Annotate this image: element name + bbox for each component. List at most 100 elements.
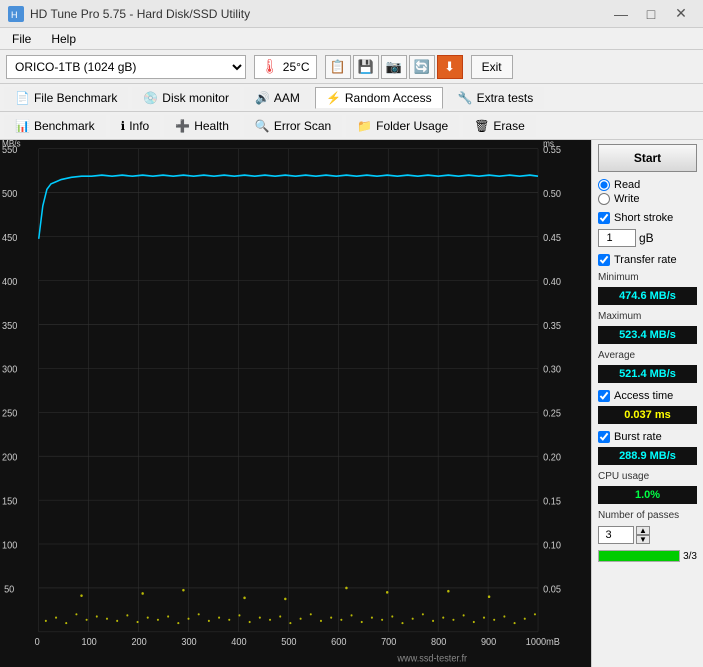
average-label: Average <box>598 350 697 361</box>
svg-text:300: 300 <box>181 637 196 648</box>
cpu-usage-value: 1.0% <box>598 486 697 504</box>
svg-text:300: 300 <box>2 364 17 375</box>
transfer-rate-checkbox[interactable] <box>598 254 610 266</box>
progress-text: 3/3 <box>683 551 697 562</box>
minimum-value: 474.6 MB/s <box>598 287 697 305</box>
svg-text:700: 700 <box>381 637 396 648</box>
window-title: HD Tune Pro 5.75 - Hard Disk/SSD Utility <box>30 7 250 21</box>
svg-text:400: 400 <box>2 277 17 288</box>
svg-text:0.35: 0.35 <box>543 321 561 332</box>
passes-input[interactable] <box>598 526 634 544</box>
file-benchmark-label: File Benchmark <box>34 91 117 105</box>
tab-extra-tests[interactable]: 🔧 Extra tests <box>447 87 545 109</box>
svg-text:350: 350 <box>2 321 17 332</box>
tab-error-scan[interactable]: 🔍 Error Scan <box>244 115 342 137</box>
svg-text:800: 800 <box>431 637 446 648</box>
short-stroke-value[interactable] <box>598 229 636 247</box>
maximum-value: 523.4 MB/s <box>598 326 697 344</box>
toolbar-icon-1[interactable]: 📋 <box>325 55 351 79</box>
svg-text:200: 200 <box>2 452 17 463</box>
erase-icon: 🗑 <box>474 119 489 133</box>
svg-text:600: 600 <box>331 637 346 648</box>
benchmark-chart: 550 500 450 400 350 300 250 200 150 100 … <box>0 140 591 667</box>
short-stroke-label: Short stroke <box>614 212 673 224</box>
passes-increment[interactable]: ▲ <box>636 526 650 535</box>
cpu-usage-label: CPU usage <box>598 471 697 482</box>
svg-text:0: 0 <box>35 637 40 648</box>
info-icon: ℹ <box>121 119 126 133</box>
tabs-row-1: 📄 File Benchmark 💿 Disk monitor 🔊 AAM ⚡ … <box>0 84 703 112</box>
progress-bar-fill <box>599 551 679 561</box>
tab-benchmark[interactable]: 📊 Benchmark <box>4 115 106 137</box>
minimize-button[interactable]: — <box>607 3 635 25</box>
passes-decrement[interactable]: ▼ <box>636 535 650 544</box>
access-time-checkbox[interactable] <box>598 390 610 402</box>
access-time-label: Access time <box>614 390 673 402</box>
chart-area: 550 500 450 400 350 300 250 200 150 100 … <box>0 140 591 667</box>
random-access-label: Random Access <box>345 91 432 105</box>
temperature-value: 25°C <box>283 60 310 74</box>
benchmark-label: Benchmark <box>34 119 95 133</box>
short-stroke-input-row: gB <box>598 229 697 247</box>
drive-select[interactable]: ORICO-1TB (1024 gB) <box>6 55 246 79</box>
progress-bar-container <box>598 550 680 562</box>
error-scan-label: Error Scan <box>274 119 331 133</box>
tab-random-access[interactable]: ⚡ Random Access <box>315 87 443 109</box>
svg-text:0.45: 0.45 <box>543 233 561 244</box>
svg-text:100: 100 <box>82 637 97 648</box>
aam-label: AAM <box>274 91 300 105</box>
short-stroke-unit: gB <box>639 231 654 245</box>
toolbar: ORICO-1TB (1024 gB) 🌡 25°C 📋 💾 📷 🔄 ⬇ Exi… <box>0 50 703 84</box>
tab-file-benchmark[interactable]: 📄 File Benchmark <box>4 87 128 109</box>
thermometer-icon: 🌡 <box>261 58 279 75</box>
toolbar-icon-2[interactable]: 💾 <box>353 55 379 79</box>
random-access-icon: ⚡ <box>326 91 341 105</box>
maximize-button[interactable]: □ <box>637 3 665 25</box>
short-stroke-checkbox-row: Short stroke <box>598 212 697 224</box>
svg-text:0.40: 0.40 <box>543 277 561 288</box>
read-radio[interactable] <box>598 179 610 191</box>
tab-folder-usage[interactable]: 📁 Folder Usage <box>346 115 459 137</box>
maximum-label: Maximum <box>598 311 697 322</box>
tabs-row-2: 📊 Benchmark ℹ Info ➕ Health 🔍 Error Scan… <box>0 112 703 140</box>
svg-text:MB/s: MB/s <box>2 140 21 149</box>
svg-text:0.25: 0.25 <box>543 408 561 419</box>
folder-usage-label: Folder Usage <box>376 119 448 133</box>
short-stroke-checkbox[interactable] <box>598 212 610 224</box>
toolbar-icon-3[interactable]: 📷 <box>381 55 407 79</box>
svg-text:50: 50 <box>4 584 14 595</box>
exit-button[interactable]: Exit <box>471 55 513 79</box>
svg-text:H: H <box>11 10 18 20</box>
tab-health[interactable]: ➕ Health <box>164 115 240 137</box>
toolbar-icon-4[interactable]: 🔄 <box>409 55 435 79</box>
tab-info[interactable]: ℹ Info <box>110 115 161 137</box>
window-controls: — □ ✕ <box>607 3 695 25</box>
average-value: 521.4 MB/s <box>598 365 697 383</box>
menu-file[interactable]: File <box>4 30 39 48</box>
toolbar-icons: 📋 💾 📷 🔄 ⬇ <box>325 55 463 79</box>
file-benchmark-icon: 📄 <box>15 91 30 105</box>
svg-text:0.10: 0.10 <box>543 540 561 551</box>
svg-text:ms: ms <box>543 140 554 149</box>
svg-text:200: 200 <box>131 637 146 648</box>
write-label: Write <box>614 193 639 205</box>
health-icon: ➕ <box>175 119 190 133</box>
tab-disk-monitor[interactable]: 💿 Disk monitor <box>132 87 240 109</box>
transfer-rate-checkbox-row: Transfer rate <box>598 254 697 266</box>
tab-aam[interactable]: 🔊 AAM <box>244 87 311 109</box>
svg-text:250: 250 <box>2 408 17 419</box>
burst-rate-checkbox[interactable] <box>598 431 610 443</box>
close-button[interactable]: ✕ <box>667 3 695 25</box>
start-button[interactable]: Start <box>598 144 697 172</box>
svg-text:400: 400 <box>231 637 246 648</box>
read-write-group: Read Write <box>598 179 697 205</box>
toolbar-icon-5[interactable]: ⬇ <box>437 55 463 79</box>
menu-help[interactable]: Help <box>43 30 84 48</box>
write-radio[interactable] <box>598 193 610 205</box>
svg-text:100: 100 <box>2 540 17 551</box>
erase-label: Erase <box>493 119 524 133</box>
burst-rate-checkbox-row: Burst rate <box>598 431 697 443</box>
main-content: 550 500 450 400 350 300 250 200 150 100 … <box>0 140 703 667</box>
tab-erase[interactable]: 🗑 Erase <box>463 115 536 137</box>
info-label: Info <box>129 119 149 133</box>
